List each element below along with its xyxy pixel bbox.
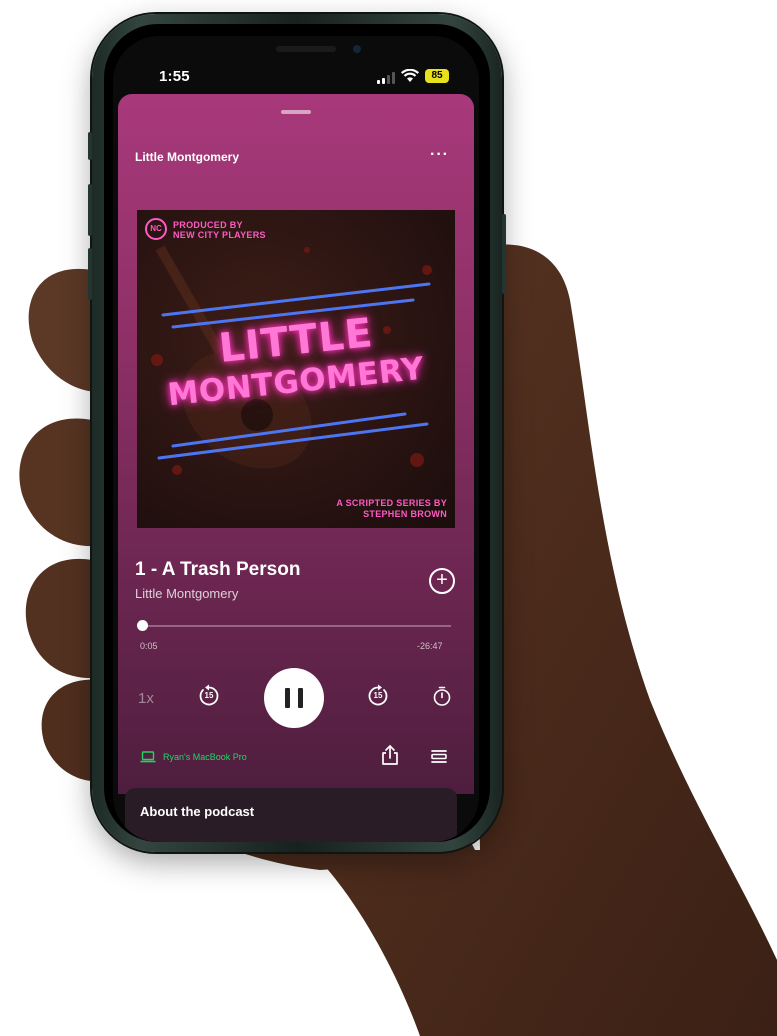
ellipsis-icon[interactable]: ···: [430, 146, 449, 164]
player-header-title: Little Montgomery: [135, 150, 239, 164]
about-podcast-title: About the podcast: [140, 804, 255, 819]
device-label: Ryan's MacBook Pro: [163, 752, 247, 762]
elapsed-time: 0:05: [140, 641, 158, 651]
sleep-timer-button[interactable]: [431, 685, 453, 707]
share-icon[interactable]: [380, 744, 400, 766]
volume-down-button: [88, 248, 92, 300]
skip-forward-label: 15: [373, 691, 383, 700]
remaining-time: -26:47: [417, 641, 443, 651]
queue-icon[interactable]: [430, 748, 448, 764]
pause-icon: [285, 688, 290, 708]
laptop-icon: [140, 751, 156, 763]
volume-up-button: [88, 184, 92, 236]
show-name-link[interactable]: Little Montgomery: [135, 586, 238, 601]
podcast-artwork: NC PRODUCED BY NEW CITY PLAYERS LITTLE M…: [137, 210, 455, 528]
skip-back-label: 15: [204, 691, 214, 700]
wifi-icon: [401, 69, 419, 82]
now-playing-sheet: Little Montgomery ··· NC PRODUCED BY NEW…: [118, 94, 474, 794]
sheet-grabber-handle[interactable]: [281, 110, 311, 114]
power-button: [502, 214, 506, 294]
sleep-timer-icon: [433, 686, 451, 706]
playback-speed-button[interactable]: 1x: [138, 690, 154, 707]
artwork-producer-text: PRODUCED BY NEW CITY PLAYERS: [173, 220, 266, 240]
mute-switch: [88, 132, 92, 160]
phone-screen: 1:55 85 Little Montgomery ··· NC PRODUCE…: [113, 36, 479, 842]
skip-forward-15-button[interactable]: 15: [366, 684, 390, 708]
cellular-signal-icon: [377, 72, 395, 84]
battery-level: 85: [425, 69, 449, 83]
new-city-players-logo: NC: [145, 218, 167, 240]
progress-slider[interactable]: [136, 620, 451, 631]
skip-back-15-button[interactable]: 15: [197, 684, 221, 708]
pause-button[interactable]: [264, 668, 324, 728]
phone-device: 1:55 85 Little Montgomery ··· NC PRODUCE…: [88, 14, 506, 852]
progress-knob[interactable]: [136, 620, 148, 631]
status-time: 1:55: [159, 68, 190, 85]
artwork-footer-text: A SCRIPTED SERIES BY STEPHEN BROWN: [336, 498, 447, 519]
plus-circle-icon[interactable]: +: [429, 568, 455, 594]
status-bar: 1:55 85: [113, 36, 479, 96]
connected-device-button[interactable]: Ryan's MacBook Pro: [140, 751, 247, 763]
about-podcast-card[interactable]: About the podcast: [125, 788, 457, 842]
episode-title: 1 - A Trash Person: [135, 559, 301, 580]
